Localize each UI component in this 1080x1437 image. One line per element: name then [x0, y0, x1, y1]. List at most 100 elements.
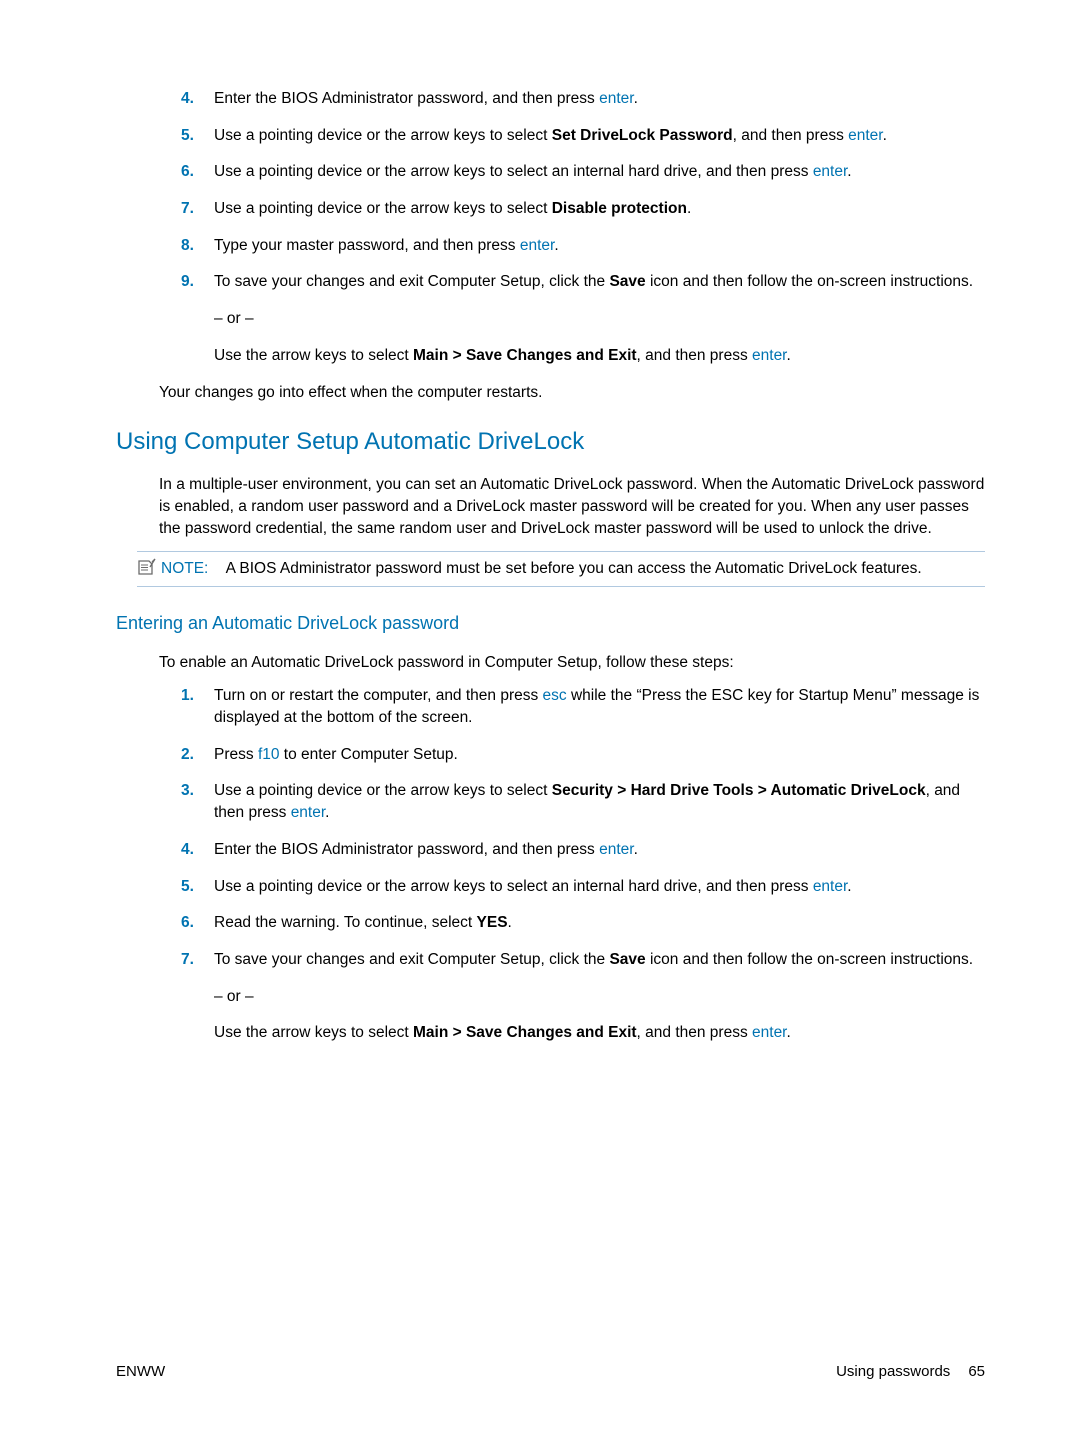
- list-item: 3. Use a pointing device or the arrow key…: [181, 780, 985, 823]
- text-run: Use a pointing device or the arrow keys …: [214, 878, 813, 895]
- text-run: Use a pointing device or the arrow keys …: [214, 200, 552, 217]
- footer-section-label: Using passwords: [836, 1361, 950, 1382]
- text-run: .: [508, 914, 512, 931]
- list-item-body: Use a pointing device or the arrow keys …: [214, 161, 985, 183]
- page: 4. Enter the BIOS Administrator password,…: [0, 0, 1080, 1437]
- list-item-body: Turn on or restart the computer, and the…: [214, 685, 985, 728]
- text-run: Type your master password, and then pres…: [214, 237, 520, 254]
- list-marker: 2.: [181, 744, 194, 766]
- list-item: 4. Enter the BIOS Administrator password,…: [181, 88, 985, 110]
- list-item: 4.Enter the BIOS Administrator password,…: [181, 839, 985, 861]
- list-item: 1.Turn on or restart the computer, and t…: [181, 685, 985, 728]
- text-run: Press: [214, 746, 258, 763]
- text-run: Use a pointing device or the arrow keys …: [214, 782, 552, 799]
- text-run: icon and then follow the on-screen instr…: [646, 951, 973, 968]
- paragraph-h3-intro: To enable an Automatic DriveLock passwor…: [159, 652, 985, 674]
- keyboard-key: enter: [599, 841, 633, 858]
- heading-automatic-drivelock: Using Computer Setup Automatic DriveLock: [116, 425, 985, 459]
- paragraph-section-body: In a multiple-user environment, you can …: [159, 474, 985, 539]
- note-label: NOTE:: [161, 560, 208, 577]
- list-item: 5.Use a pointing device or the arrow key…: [181, 876, 985, 898]
- list-item: 6. Read the warning. To continue, select …: [181, 912, 985, 934]
- list-item-sub: – or –: [214, 308, 985, 330]
- text-run: , and then press: [733, 127, 848, 144]
- keyboard-key: enter: [813, 163, 847, 180]
- list-item-body: Use a pointing device or the arrow keys …: [214, 876, 985, 898]
- keyboard-key: enter: [291, 804, 325, 821]
- list-item-body: Use a pointing device or the arrow keys …: [214, 125, 985, 147]
- text-run: Use the arrow keys to select: [214, 1024, 413, 1041]
- list-marker: 7.: [181, 198, 194, 220]
- list-item-body: To save your changes and exit Computer S…: [214, 271, 985, 293]
- text-run: .: [634, 841, 638, 858]
- footer-page-number: 65: [968, 1361, 985, 1382]
- note-text: NOTE: A BIOS Administrator password must…: [137, 558, 985, 580]
- text-run: , and then press: [637, 1024, 752, 1041]
- content: 4. Enter the BIOS Administrator password,…: [116, 88, 985, 1044]
- text-run: Read the warning. To continue, select: [214, 914, 477, 931]
- keyboard-key: f10: [258, 746, 280, 763]
- text-run: Use a pointing device or the arrow keys …: [214, 163, 813, 180]
- text-run: Use a pointing device or the arrow keys …: [214, 127, 552, 144]
- page-footer: ENWW Using passwords 65: [116, 1361, 985, 1382]
- list-marker: 3.: [181, 780, 194, 802]
- note-body-text: A BIOS Administrator password must be se…: [226, 560, 922, 577]
- keyboard-key: enter: [599, 90, 633, 107]
- bold-text: YES: [477, 914, 508, 931]
- list-item-body: To save your changes and exit Computer S…: [214, 949, 985, 971]
- list-item: 7. Use a pointing device or the arrow key…: [181, 198, 985, 220]
- text-run: .: [687, 200, 691, 217]
- text-run: .: [554, 237, 558, 254]
- note-body: [213, 560, 226, 577]
- bold-text: Main > Save Changes and Exit: [413, 1024, 637, 1041]
- ordered-list-bottom: 1.Turn on or restart the computer, and t…: [116, 685, 985, 1044]
- footer-left: ENWW: [116, 1361, 165, 1382]
- text-run: .: [883, 127, 887, 144]
- text-run: to enter Computer Setup.: [280, 746, 458, 763]
- text-run: .: [787, 1024, 791, 1041]
- list-item-sub: Use the arrow keys to select Main > Save…: [214, 1022, 985, 1044]
- list-item: 8. Type your master password, and then pr…: [181, 235, 985, 257]
- text-run: .: [325, 804, 329, 821]
- text-run: – or –: [214, 310, 254, 327]
- list-item: 9. To save your changes and exit Computer…: [181, 271, 985, 366]
- list-marker: 5.: [181, 125, 194, 147]
- text-run: , and then press: [637, 347, 752, 364]
- list-marker: 9.: [181, 271, 194, 293]
- list-item-body: Use a pointing device or the arrow keys …: [214, 780, 985, 823]
- bold-text: Security > Hard Drive Tools > Automatic …: [552, 782, 926, 799]
- list-item: 7. To save your changes and exit Computer…: [181, 949, 985, 1044]
- bold-text: Set DriveLock Password: [552, 127, 733, 144]
- list-item-body: Type your master password, and then pres…: [214, 235, 985, 257]
- keyboard-key: esc: [543, 687, 567, 704]
- text-run: Enter the BIOS Administrator password, a…: [214, 841, 599, 858]
- text-run: Enter the BIOS Administrator password, a…: [214, 90, 599, 107]
- list-item-sub: – or –: [214, 986, 985, 1008]
- paragraph-restart: Your changes go into effect when the com…: [159, 382, 985, 404]
- bold-text: Save: [609, 951, 645, 968]
- text-run: – or –: [214, 988, 254, 1005]
- list-item-body: Read the warning. To continue, select YE…: [214, 912, 985, 934]
- list-item-body: Use a pointing device or the arrow keys …: [214, 198, 985, 220]
- list-marker: 6.: [181, 912, 194, 934]
- list-item: 5. Use a pointing device or the arrow key…: [181, 125, 985, 147]
- list-marker: 6.: [181, 161, 194, 183]
- text-run: .: [787, 347, 791, 364]
- text-run: Use the arrow keys to select: [214, 347, 413, 364]
- note-icon: [137, 558, 157, 576]
- bold-text: Disable protection: [552, 200, 687, 217]
- list-marker: 4.: [181, 88, 194, 110]
- keyboard-key: enter: [848, 127, 882, 144]
- list-marker: 7.: [181, 949, 194, 971]
- list-item-body: Press f10 to enter Computer Setup.: [214, 744, 985, 766]
- list-item: 6. Use a pointing device or the arrow key…: [181, 161, 985, 183]
- ordered-list-top: 4. Enter the BIOS Administrator password,…: [116, 88, 985, 367]
- list-item: 2. Press f10 to enter Computer Setup.: [181, 744, 985, 766]
- keyboard-key: enter: [520, 237, 554, 254]
- text-run: To save your changes and exit Computer S…: [214, 951, 609, 968]
- text-run: icon and then follow the on-screen instr…: [646, 273, 973, 290]
- note-box: NOTE: A BIOS Administrator password must…: [137, 551, 985, 587]
- list-item-body: Enter the BIOS Administrator password, a…: [214, 839, 985, 861]
- bold-text: Save: [609, 273, 645, 290]
- list-marker: 8.: [181, 235, 194, 257]
